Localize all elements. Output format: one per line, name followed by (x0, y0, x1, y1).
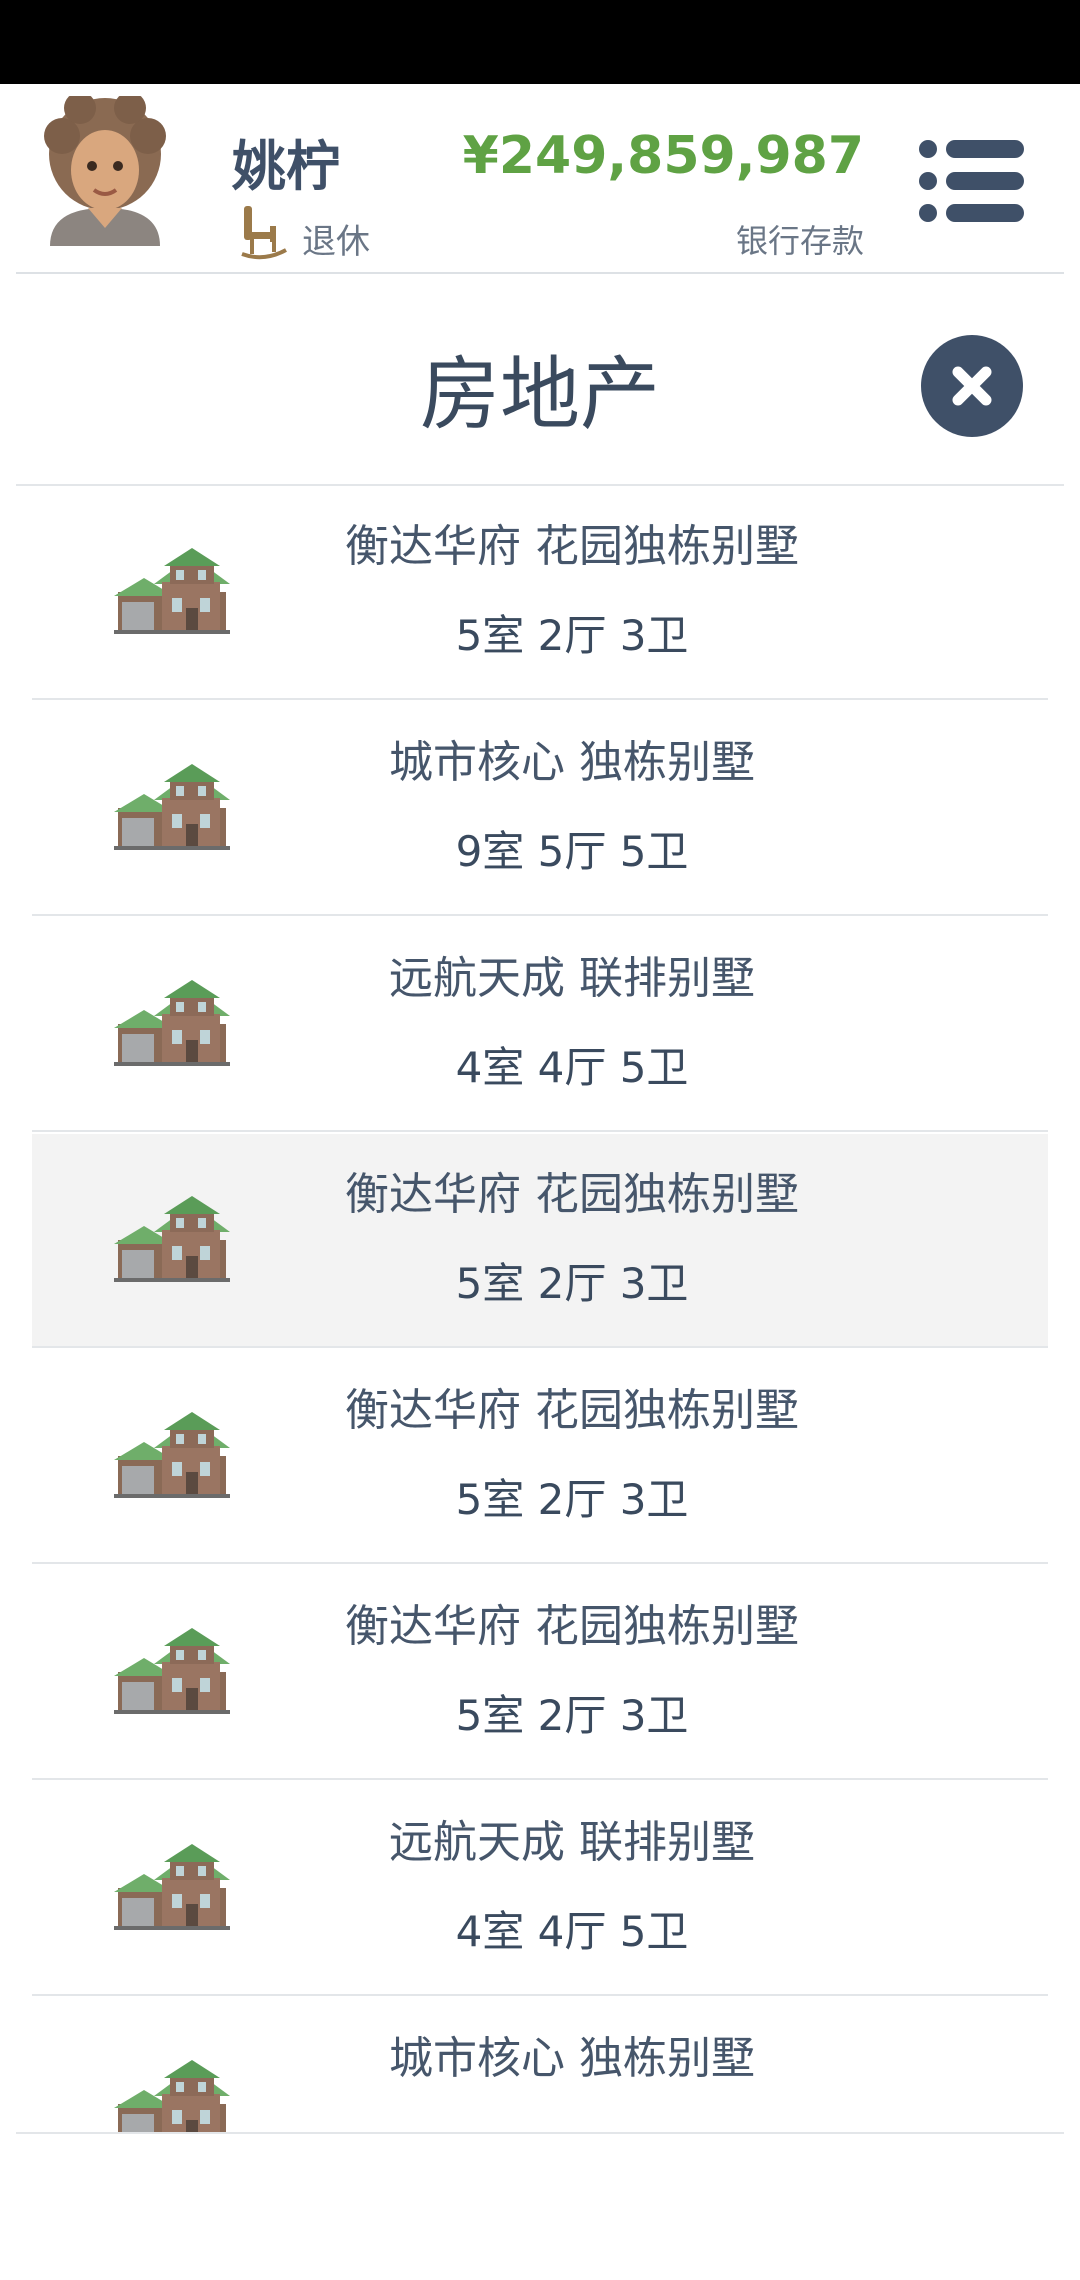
property-name: 远航天成 联排别墅 (389, 953, 755, 1004)
property-name: 远航天成 联排别墅 (389, 1817, 755, 1868)
house-icon (114, 1196, 230, 1282)
status-label: 退休 (302, 222, 370, 262)
menu-icon[interactable] (918, 138, 1024, 224)
property-row[interactable]: 衡达华府 花园独栋别墅 5室 2厅 3卫 (32, 1566, 1048, 1780)
header-divider (16, 272, 1064, 274)
house-icon (114, 1412, 230, 1498)
player-name: 姚柠 (232, 135, 340, 198)
close-icon (952, 366, 992, 406)
property-rooms: 4室 4厅 5卫 (455, 1043, 689, 1092)
property-name: 城市核心 独栋别墅 (389, 737, 755, 788)
property-name: 衡达华府 花园独栋别墅 (345, 1169, 799, 1220)
property-rooms: 4室 4厅 5卫 (455, 1907, 689, 1956)
house-icon (114, 1844, 230, 1930)
house-icon (114, 980, 230, 1066)
bank-balance-label: 银行存款 (735, 222, 864, 260)
property-row[interactable]: 衡达华府 花园独栋别墅 5室 2厅 3卫 (32, 1350, 1048, 1564)
house-icon (114, 2060, 230, 2132)
property-rooms: 9室 5厅 5卫 (455, 827, 689, 876)
property-name: 衡达华府 花园独栋别墅 (345, 1385, 799, 1436)
property-row[interactable]: 城市核心 独栋别墅 9室 5厅 5卫 (32, 702, 1048, 916)
property-rooms: 5室 2厅 3卫 (455, 611, 689, 660)
close-button[interactable] (921, 335, 1023, 437)
property-row[interactable]: 远航天成 联排别墅 4室 4厅 5卫 (32, 918, 1048, 1132)
property-name: 城市核心 独栋别墅 (389, 2033, 755, 2084)
property-name: 衡达华府 花园独栋别墅 (345, 521, 799, 572)
panel-title: 房地产 (420, 348, 660, 441)
property-name: 衡达华府 花园独栋别墅 (345, 1601, 799, 1652)
property-row[interactable]: 衡达华府 花园独栋别墅 5室 2厅 3卫 (32, 486, 1048, 700)
bank-balance: ¥249,859,987 (462, 126, 864, 186)
status-bar (0, 0, 1080, 84)
house-icon (114, 548, 230, 634)
player-header: 姚柠 退休 ¥249,859,987 银行存款 (0, 84, 1080, 274)
avatar (44, 96, 166, 246)
property-rooms: 5室 2厅 3卫 (455, 1475, 689, 1524)
property-rooms: 5室 2厅 3卫 (455, 1259, 689, 1308)
property-row[interactable]: 远航天成 联排别墅 4室 4厅 5卫 (32, 1782, 1048, 1996)
house-icon (114, 1628, 230, 1714)
property-rooms: 5室 2厅 3卫 (455, 1691, 689, 1740)
list-bottom-divider (16, 2132, 1064, 2134)
rocking-chair-icon (241, 206, 287, 260)
property-row[interactable]: 衡达华府 花园独栋别墅 5室 2厅 3卫 (32, 1134, 1048, 1348)
house-icon (114, 764, 230, 850)
property-list[interactable]: 衡达华府 花园独栋别墅 5室 2厅 3卫 城市核心 独栋别墅 9室 5厅 5卫 远航天成… (0, 486, 1080, 2132)
property-row[interactable]: 城市核心 独栋别墅 (32, 1998, 1048, 2132)
